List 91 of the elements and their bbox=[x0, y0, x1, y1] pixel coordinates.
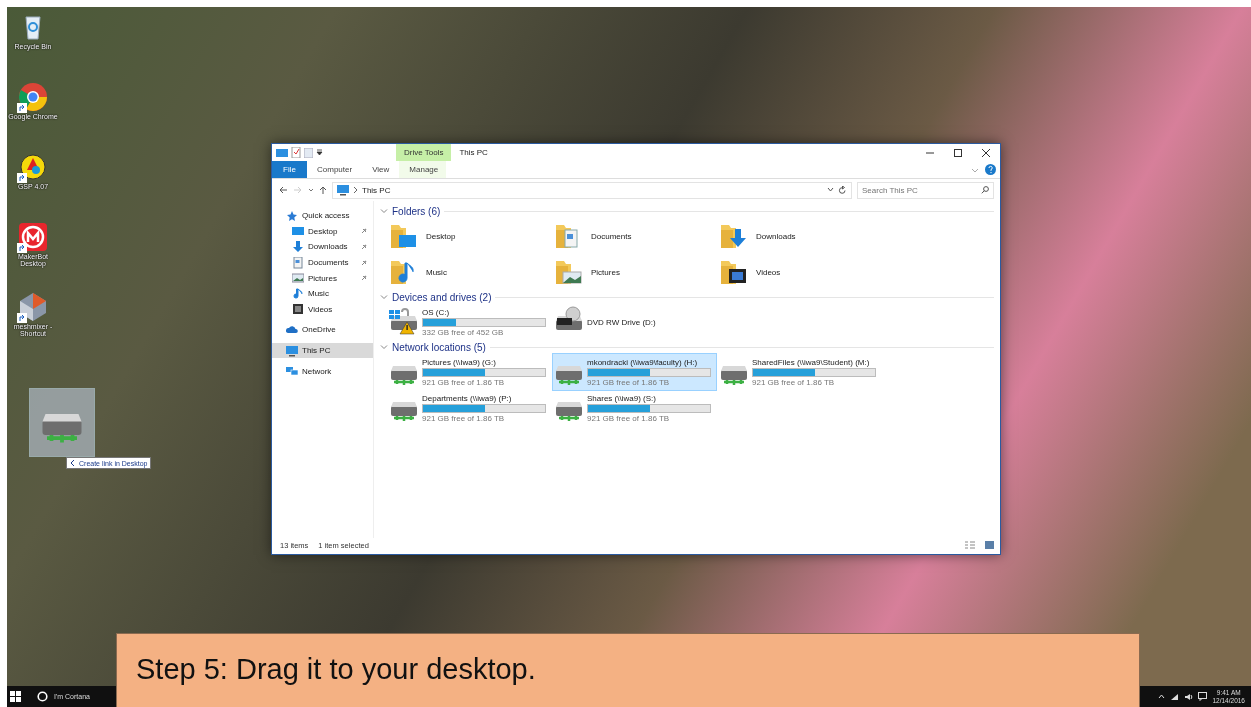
caption-text: Step 5: Drag it to your desktop. bbox=[136, 652, 536, 686]
computer-icon[interactable] bbox=[276, 147, 288, 158]
video-icon bbox=[292, 303, 304, 316]
help-icon[interactable] bbox=[985, 164, 996, 175]
folder-label: Videos bbox=[756, 267, 781, 277]
ribbon-tab[interactable]: Computer bbox=[307, 161, 363, 178]
document-icon bbox=[292, 256, 304, 269]
computer-icon bbox=[286, 344, 298, 357]
refresh-icon[interactable] bbox=[838, 185, 847, 195]
drive-item[interactable]: mkondracki (\\iwa9\faculty) (H:) 921 GB free of 1.86 TB bbox=[553, 354, 716, 390]
up-arrow-icon[interactable] bbox=[319, 185, 327, 195]
nav-item[interactable]: Documents bbox=[272, 254, 373, 271]
back-arrow-icon[interactable] bbox=[278, 186, 288, 194]
meshmixer-app-icon bbox=[17, 291, 49, 323]
folder-item[interactable]: Music bbox=[388, 254, 553, 290]
group-heading[interactable]: Folders (6) bbox=[392, 205, 441, 217]
drive-label: Shares (\\iwa9) (S:) bbox=[587, 393, 657, 403]
free-space-text: 921 GB free of 1.86 TB bbox=[422, 377, 506, 387]
nav-item[interactable]: OneDrive bbox=[272, 322, 373, 338]
recent-locations-caret-icon[interactable] bbox=[308, 187, 314, 193]
forward-arrow-icon bbox=[293, 186, 303, 194]
nav-item[interactable]: This PC bbox=[272, 342, 373, 359]
music-note-icon bbox=[292, 287, 304, 300]
free-space-text: 921 GB free of 1.86 TB bbox=[587, 413, 671, 423]
drive-label: Pictures (\\Iwa9) (G:) bbox=[422, 357, 497, 367]
windows-logo-icon[interactable] bbox=[10, 691, 21, 702]
drive-label: Departments (\\iwa9) (P:) bbox=[422, 393, 513, 403]
search-icon[interactable] bbox=[981, 186, 989, 194]
notification-icon[interactable] bbox=[1198, 692, 1208, 701]
volume-icon[interactable] bbox=[1184, 692, 1194, 701]
folder-item[interactable]: Downloads bbox=[718, 218, 883, 254]
cloud-icon bbox=[286, 323, 298, 336]
drive-item[interactable]: Pictures (\\Iwa9) (G:) 921 GB free of 1.86 TB bbox=[388, 354, 551, 390]
ribbon-tab[interactable]: View bbox=[362, 161, 400, 178]
chrome-app-icon bbox=[17, 81, 49, 113]
address-dropdown-caret-icon[interactable] bbox=[827, 187, 834, 193]
ribbon-tab[interactable]: Manage bbox=[399, 161, 447, 178]
customize-caret-icon[interactable] bbox=[316, 148, 323, 157]
folder-label: Pictures bbox=[591, 267, 620, 277]
drive-item[interactable]: Shares (\\iwa9) (S:) 921 GB free of 1.86 TB bbox=[553, 390, 716, 426]
computer-icon bbox=[337, 184, 349, 196]
free-space-text: 921 GB free of 1.86 TB bbox=[587, 377, 671, 387]
nav-item[interactable]: Quick access bbox=[272, 208, 373, 224]
chevron-up-icon[interactable] bbox=[1158, 694, 1166, 699]
nav-item[interactable]: Desktop bbox=[272, 223, 373, 240]
drive-label: mkondracki (\\iwa9\faculty) (H:) bbox=[587, 357, 699, 367]
ribbon-tab[interactable]: File bbox=[272, 161, 307, 178]
drive-label: DVD RW Drive (D:) bbox=[587, 317, 656, 327]
context-tab-label: Drive Tools bbox=[396, 144, 452, 161]
folder-item[interactable]: Videos bbox=[718, 254, 883, 290]
folder-item[interactable]: Documents bbox=[553, 218, 718, 254]
address-bar[interactable]: This PC bbox=[332, 181, 852, 199]
drive-item[interactable]: SharedFiles (\\iwa9\Student) (M:) 921 GB free of 1.86 TB bbox=[718, 354, 881, 390]
maximize-icon[interactable] bbox=[953, 147, 963, 158]
network-icon bbox=[286, 365, 298, 378]
window-title: This PC bbox=[458, 148, 489, 157]
star-icon bbox=[286, 209, 298, 222]
folder-item[interactable]: Pictures bbox=[553, 254, 718, 290]
breadcrumb-chevron-icon bbox=[353, 186, 358, 194]
folder-label: Desktop bbox=[426, 231, 456, 241]
drive-item[interactable]: OS (C:) 332 GB free of 452 GB bbox=[388, 304, 551, 340]
folder-label: Documents bbox=[591, 231, 632, 241]
gsp-app-icon bbox=[17, 151, 49, 183]
drive-item[interactable]: DVD RW Drive (D:) bbox=[553, 304, 716, 340]
group-heading[interactable]: Network locations (5) bbox=[392, 341, 486, 353]
drive-item[interactable]: Departments (\\iwa9) (P:) 921 GB free of 1.86 TB bbox=[388, 390, 551, 426]
free-space-text: 921 GB free of 1.86 TB bbox=[422, 413, 506, 423]
system-drive-icon bbox=[388, 306, 420, 338]
properties-icon[interactable] bbox=[291, 147, 301, 158]
makerbot-app-icon bbox=[17, 221, 49, 253]
drive-label: OS (C:) bbox=[422, 307, 451, 317]
nav-item[interactable]: Downloads bbox=[272, 239, 373, 255]
address-path: This PC bbox=[362, 185, 391, 195]
desktop-icon bbox=[292, 225, 304, 238]
nav-item[interactable]: Music bbox=[272, 285, 373, 302]
folder-label: Music bbox=[426, 267, 447, 277]
folder-label: Downloads bbox=[756, 231, 796, 241]
close-icon[interactable] bbox=[981, 147, 991, 158]
cortana-circle-icon[interactable] bbox=[37, 691, 48, 702]
nav-item[interactable]: Network bbox=[272, 363, 373, 379]
nav-item[interactable]: Videos bbox=[272, 301, 373, 318]
group-heading[interactable]: Devices and drives (2) bbox=[392, 291, 492, 303]
search-field[interactable]: Search This PC bbox=[857, 181, 994, 199]
drive-label: SharedFiles (\\iwa9\Student) (M:) bbox=[752, 357, 871, 367]
free-space-text: 921 GB free of 1.86 TB bbox=[752, 377, 836, 387]
folder-item[interactable]: Desktop bbox=[388, 218, 553, 254]
picture-icon bbox=[292, 272, 304, 285]
network-icon[interactable] bbox=[1170, 692, 1180, 701]
nav-item[interactable]: Pictures bbox=[272, 270, 373, 286]
free-space-text: 332 GB free of 452 GB bbox=[422, 327, 505, 337]
download-arrow-icon bbox=[292, 241, 304, 253]
